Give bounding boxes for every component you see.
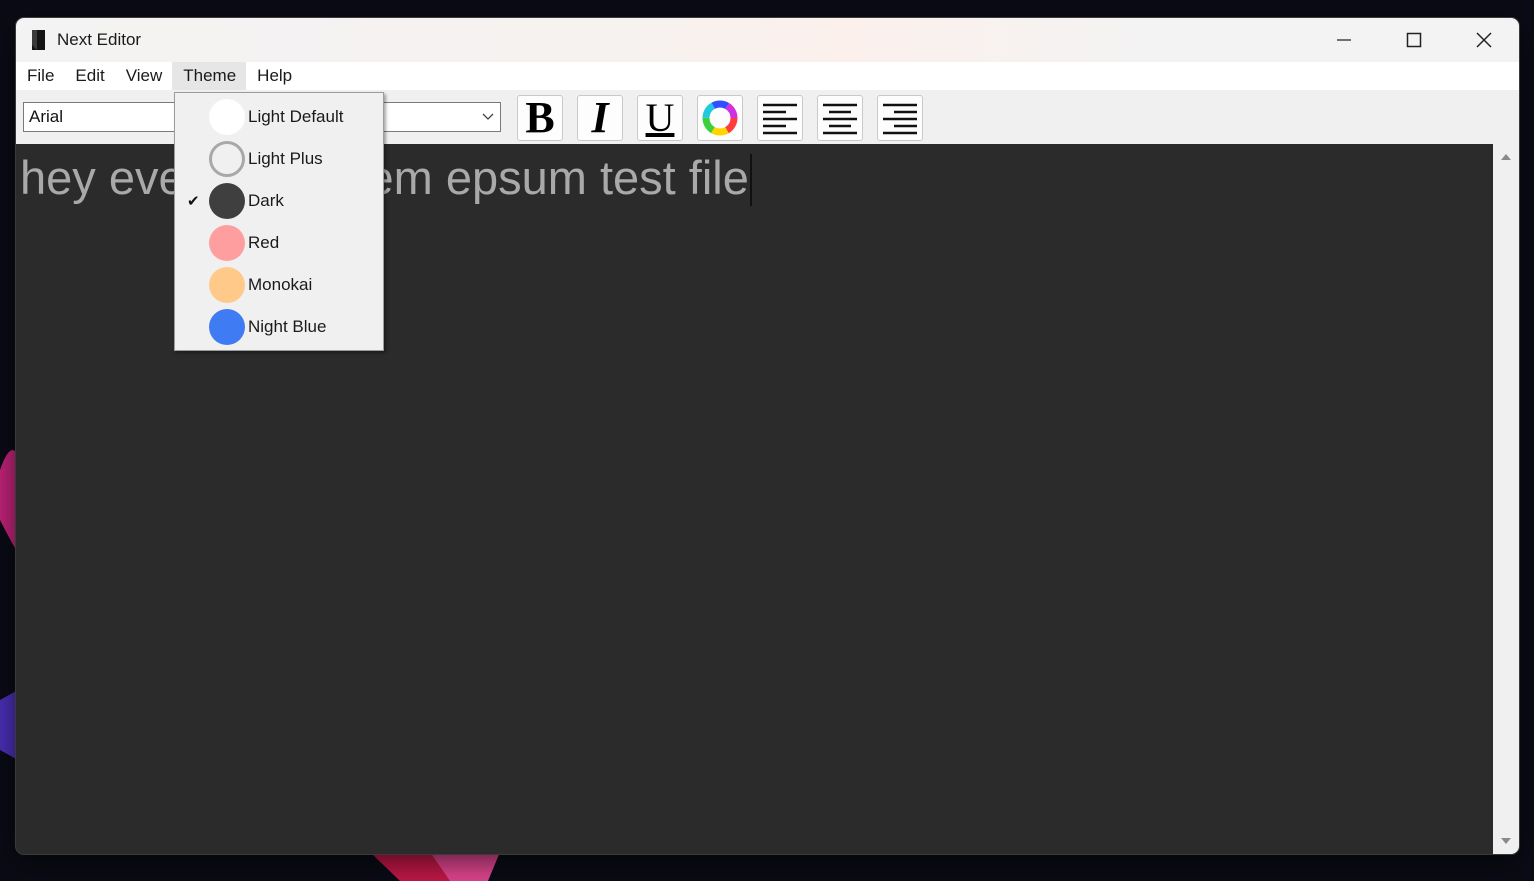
menu-bar: File Edit View Theme Help	[16, 62, 1519, 90]
theme-option-label: Monokai	[248, 275, 313, 294]
bold-icon: B	[525, 93, 555, 142]
theme-option-label: Dark	[248, 191, 284, 210]
night-blue-swatch	[209, 309, 245, 345]
vertical-scrollbar[interactable]	[1493, 144, 1519, 854]
theme-option-dark[interactable]: ✔ Dark	[175, 180, 383, 222]
scroll-down-button[interactable]	[1493, 830, 1519, 852]
text-caret	[749, 154, 752, 206]
window-title: Next Editor	[57, 30, 142, 49]
italic-button[interactable]: I	[577, 95, 623, 141]
theme-option-label: Light Plus	[248, 149, 323, 168]
menu-edit[interactable]: Edit	[64, 62, 114, 90]
checkmark-icon: ✔	[187, 193, 200, 210]
chevron-down-icon	[482, 113, 494, 120]
align-center-icon	[823, 103, 857, 135]
title-bar[interactable]: Next Editor	[16, 18, 1519, 62]
editor-content[interactable]: hey everyone lorem epsum test file	[20, 150, 752, 206]
scroll-down-icon	[1501, 838, 1511, 844]
theme-option-monokai[interactable]: Monokai	[175, 264, 383, 306]
minimize-icon	[1337, 39, 1351, 41]
font-family-value: Arial	[29, 107, 64, 126]
theme-option-night-blue[interactable]: Night Blue	[175, 306, 383, 348]
close-icon	[1476, 32, 1492, 48]
color-wheel-icon	[702, 100, 738, 136]
menu-view[interactable]: View	[115, 62, 173, 90]
theme-option-light-default[interactable]: Light Default	[175, 96, 383, 138]
underline-button[interactable]: U	[637, 95, 683, 141]
close-button[interactable]	[1449, 18, 1519, 62]
menu-help[interactable]: Help	[246, 62, 302, 90]
dark-swatch	[209, 183, 245, 219]
app-logo-icon	[32, 30, 45, 50]
menu-file[interactable]: File	[16, 62, 64, 90]
underline-icon: U	[645, 95, 675, 140]
scrollbar-track[interactable]	[1495, 168, 1517, 830]
italic-icon: I	[591, 93, 609, 142]
align-right-button[interactable]	[877, 95, 923, 141]
scroll-up-button[interactable]	[1493, 146, 1519, 168]
editor-text: hey everyone lorem epsum test file	[20, 151, 749, 204]
light-plus-swatch	[209, 141, 245, 177]
minimize-button[interactable]	[1309, 18, 1379, 62]
align-right-icon	[883, 103, 917, 135]
text-color-button[interactable]	[697, 95, 743, 141]
scroll-up-icon	[1501, 154, 1511, 160]
maximize-button[interactable]	[1379, 18, 1449, 62]
bold-button[interactable]: B	[517, 95, 563, 141]
theme-option-red[interactable]: Red	[175, 222, 383, 264]
menu-theme[interactable]: Theme	[172, 62, 247, 90]
align-center-button[interactable]	[817, 95, 863, 141]
theme-option-label: Red	[248, 233, 280, 252]
theme-option-label: Night Blue	[248, 317, 327, 336]
theme-dropdown-menu: Light Default Light Plus ✔ Dark Red Mono…	[174, 92, 384, 351]
align-left-icon	[763, 103, 797, 135]
theme-option-light-plus[interactable]: Light Plus	[175, 138, 383, 180]
align-left-button[interactable]	[757, 95, 803, 141]
monokai-swatch	[209, 267, 245, 303]
maximize-icon	[1406, 32, 1422, 48]
red-swatch	[209, 225, 245, 261]
theme-option-label: Light Default	[248, 107, 344, 126]
light-default-swatch	[209, 99, 245, 135]
